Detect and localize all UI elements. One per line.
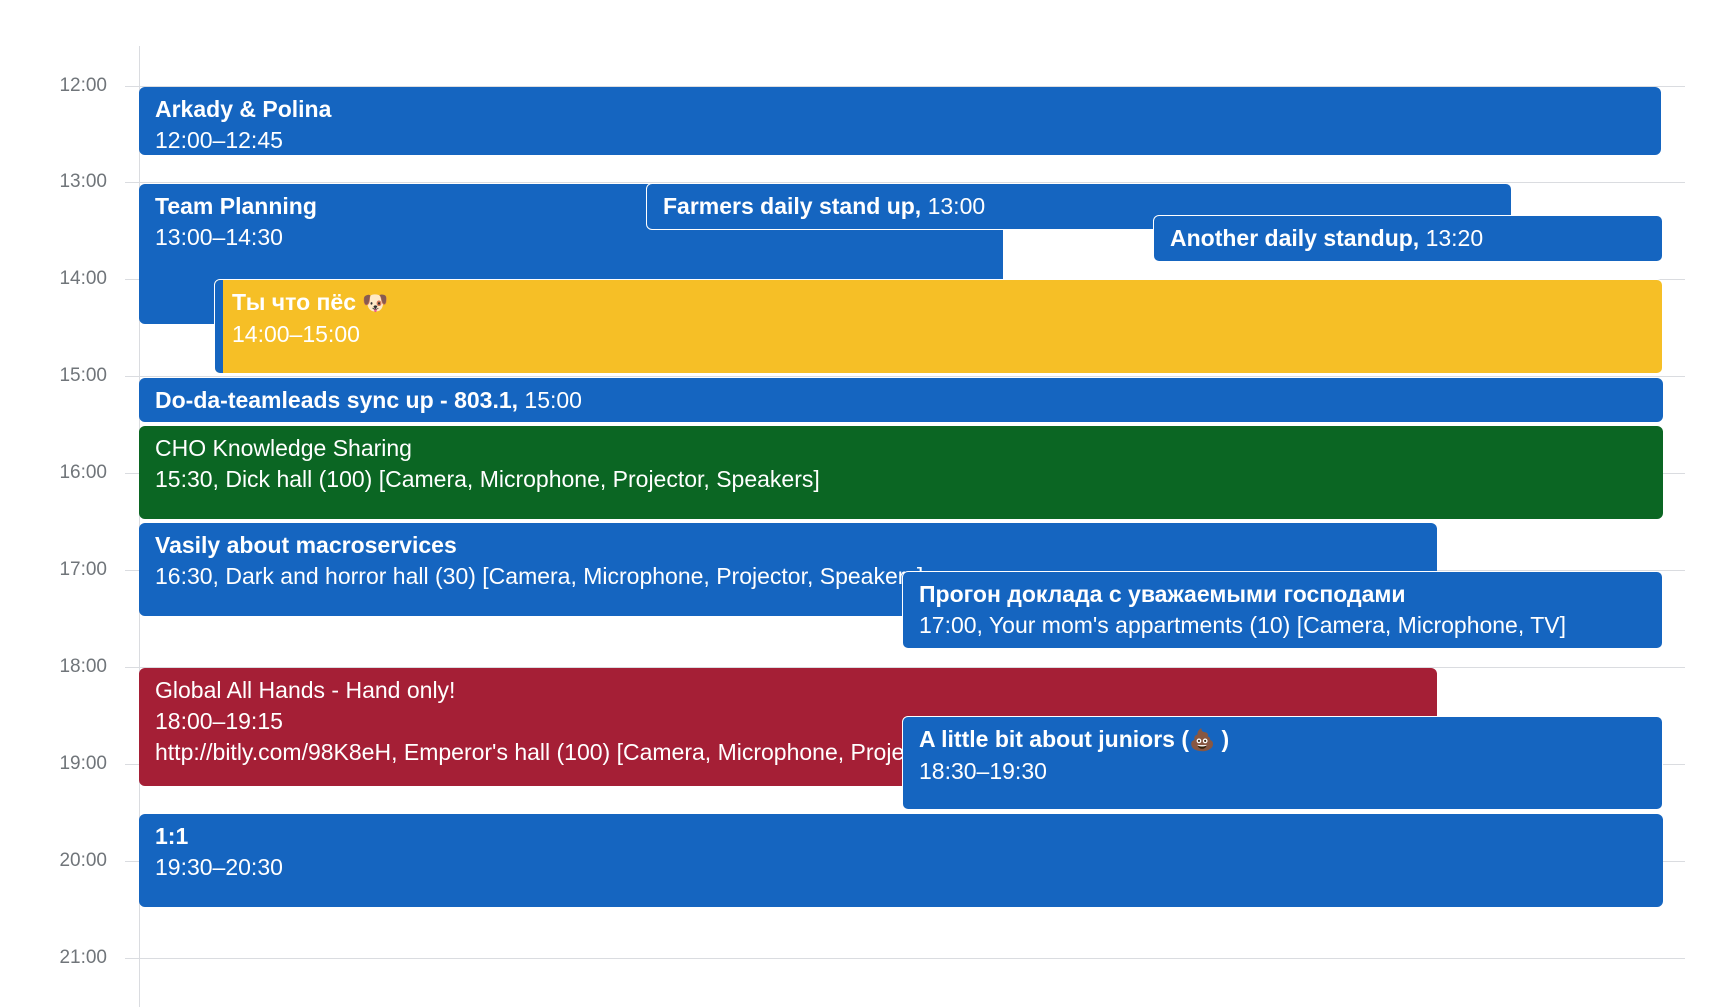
event-time: 19:30–20:30 bbox=[155, 854, 283, 880]
event-another-standup[interactable]: Another daily standup, 13:20 bbox=[1153, 215, 1663, 262]
event-details: 15:30, Dick hall (100) [Camera, Micropho… bbox=[155, 466, 820, 492]
event-progon-doklada[interactable]: Прогон доклада с уважаемыми господами 17… bbox=[902, 571, 1663, 649]
hour-label: 17:00 bbox=[59, 559, 107, 580]
event-doda-teamleads-sync[interactable]: Do-da-teamleads sync up - 803.1, 15:00 bbox=[139, 378, 1663, 422]
dog-icon: 🐶 bbox=[362, 291, 389, 315]
event-ty-chto-pes[interactable]: Ты что пёс 🐶 14:00–15:00 bbox=[214, 279, 1663, 374]
hour-label: 18:00 bbox=[59, 656, 107, 677]
event-time: 14:00–15:00 bbox=[232, 321, 360, 347]
hour-label: 20:00 bbox=[59, 850, 107, 871]
hour-label: 21:00 bbox=[59, 947, 107, 968]
hour-label: 12:00 bbox=[59, 75, 107, 96]
hour-label: 16:00 bbox=[59, 462, 107, 483]
event-title: Arkady & Polina bbox=[155, 96, 332, 122]
event-title-row: A little bit about juniors (💩 ) bbox=[919, 724, 1646, 756]
event-title-row: Ты что пёс 🐶 bbox=[232, 287, 1646, 319]
hour-gridline bbox=[125, 958, 1685, 959]
poop-icon: 💩 bbox=[1189, 728, 1216, 752]
event-title: Global All Hands - Hand only! bbox=[155, 677, 456, 703]
event-details: 17:00, Your mom's appartments (10) [Came… bbox=[919, 612, 1566, 638]
event-title: 1:1 bbox=[155, 823, 189, 849]
event-time: 12:00–12:45 bbox=[155, 127, 283, 153]
hour-label: 13:00 bbox=[59, 171, 107, 192]
event-arkady-polina[interactable]: Arkady & Polina 12:00–12:45 bbox=[139, 87, 1661, 155]
event-time: 15:00 bbox=[518, 387, 582, 413]
day-calendar-view: 12:00 13:00 14:00 15:00 16:00 17:00 18:0… bbox=[0, 0, 1716, 1007]
event-time: 13:20 bbox=[1419, 225, 1484, 251]
event-title: A little bit about juniors ( bbox=[919, 726, 1190, 752]
event-title-end: ) bbox=[1215, 726, 1230, 752]
event-time: 18:30–19:30 bbox=[919, 758, 1047, 784]
event-summary: Do-da-teamleads sync up - 803.1, 15:00 bbox=[155, 385, 1647, 416]
event-title: Ты что пёс bbox=[232, 289, 357, 315]
hour-label: 19:00 bbox=[59, 753, 107, 774]
hour-gridline bbox=[125, 376, 1685, 377]
event-color-stripe bbox=[215, 280, 223, 373]
event-title: Vasily about macroservices bbox=[155, 532, 457, 558]
event-time: 13:00 bbox=[921, 193, 986, 219]
event-title: CHO Knowledge Sharing bbox=[155, 435, 412, 461]
event-title: Прогон доклада с уважаемыми господами bbox=[919, 581, 1406, 607]
event-title: Another daily standup, bbox=[1170, 225, 1420, 251]
event-one-on-one[interactable]: 1:1 19:30–20:30 bbox=[139, 814, 1663, 907]
hour-label: 14:00 bbox=[59, 268, 107, 289]
event-title: Farmers daily stand up, bbox=[663, 193, 922, 219]
hour-label: 15:00 bbox=[59, 365, 107, 386]
event-title: Do-da-teamleads sync up - 803.1, bbox=[155, 387, 519, 413]
event-summary: Another daily standup, 13:20 bbox=[1170, 223, 1646, 254]
event-juniors[interactable]: A little bit about juniors (💩 ) 18:30–19… bbox=[902, 716, 1663, 810]
event-cho-knowledge-sharing[interactable]: CHO Knowledge Sharing 15:30, Dick hall (… bbox=[139, 426, 1663, 519]
